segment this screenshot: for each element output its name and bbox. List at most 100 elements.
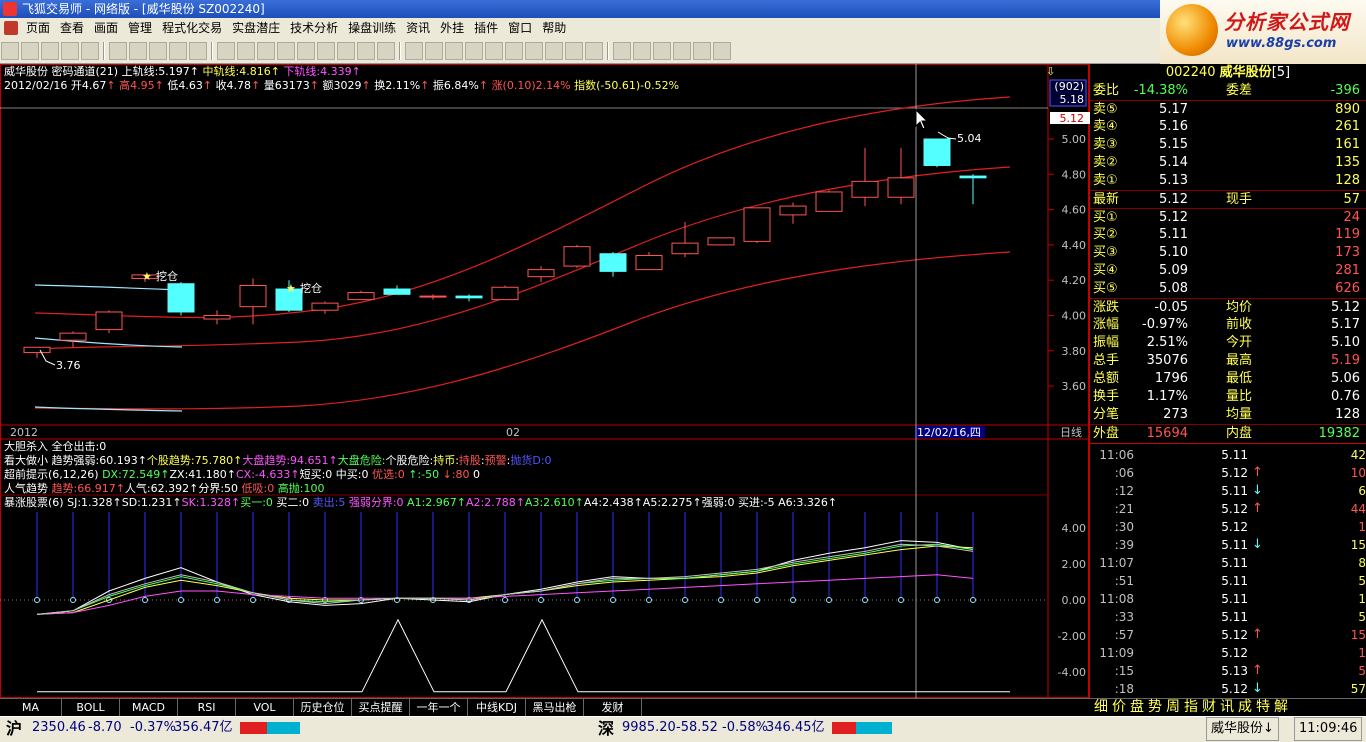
- tab-一年一个[interactable]: 一年一个: [410, 699, 468, 716]
- menu-item-12[interactable]: 帮助: [537, 18, 571, 38]
- toolbar-separator: [211, 42, 213, 60]
- quote-value: -14.38%: [1133, 83, 1188, 98]
- toolbar-权-icon[interactable]: [109, 42, 127, 60]
- menu-item-6[interactable]: 技术分析: [285, 18, 343, 38]
- toolbar-stop-icon[interactable]: [237, 42, 255, 60]
- menu-item-8[interactable]: 资讯: [401, 18, 435, 38]
- signal-text: SJ:1.328↑: [63, 496, 122, 509]
- toolbar-glasses-icon[interactable]: [149, 42, 167, 60]
- quote-label: 前收: [1226, 317, 1253, 332]
- toolbar-ruler-icon[interactable]: [405, 42, 423, 60]
- tick-price: 5.11: [1221, 448, 1248, 462]
- tab-历史仓位[interactable]: 历史仓位: [294, 699, 352, 716]
- signal-text: A4:2.438↑: [583, 496, 643, 509]
- toolbar-grid-icon[interactable]: [337, 42, 355, 60]
- toolbar-erase-icon[interactable]: [653, 42, 671, 60]
- indicator-dot: [862, 597, 868, 603]
- toolbar-channel-icon[interactable]: [545, 42, 563, 60]
- menu-item-1[interactable]: 查看: [55, 18, 89, 38]
- toolbar-pause-icon[interactable]: [317, 42, 335, 60]
- menu-item-2[interactable]: 画面: [89, 18, 123, 38]
- tab-黑马出枪[interactable]: 黑马出枪: [526, 699, 584, 716]
- candle-body: [563, 246, 591, 267]
- toolbar-box-icon[interactable]: [189, 42, 207, 60]
- menu-item-7[interactable]: 操盘训练: [343, 18, 401, 38]
- right-panel-tabs[interactable]: 细价盘势周指财讯成特解: [1090, 698, 1366, 716]
- menu-item-0[interactable]: 页面: [21, 18, 55, 38]
- menu-item-9[interactable]: 外挂: [435, 18, 469, 38]
- sh-breadth-bar: [240, 722, 300, 734]
- toolbar-line-icon[interactable]: [445, 42, 463, 60]
- toolbar-hline-icon[interactable]: [465, 42, 483, 60]
- toolbar-tools-icon[interactable]: [217, 42, 235, 60]
- menu-item-11[interactable]: 窗口: [503, 18, 537, 38]
- tick-time: :06: [1114, 466, 1134, 480]
- toolbar-compare-icon[interactable]: [129, 42, 147, 60]
- signal-text: 优选:0: [368, 468, 405, 481]
- toolbar-delete-icon[interactable]: [673, 42, 691, 60]
- toolbar-colors-icon[interactable]: [693, 42, 711, 60]
- toolbar-minus-icon[interactable]: [81, 42, 99, 60]
- toolbar-pointer-icon[interactable]: [425, 42, 443, 60]
- tick-volume: 57: [1350, 682, 1366, 696]
- toolbar-circle-icon[interactable]: [585, 42, 603, 60]
- bar-high: 高4.95: [119, 79, 155, 92]
- menu-item-3[interactable]: 管理: [123, 18, 157, 38]
- toolbar-save-icon[interactable]: [713, 42, 731, 60]
- toolbar-magnifier-icon[interactable]: [277, 42, 295, 60]
- bar-amplitude: 振6.84%: [432, 79, 479, 92]
- tab-买点提醒[interactable]: 买点提醒: [352, 699, 410, 716]
- current-stock[interactable]: 威华股份↓: [1206, 717, 1279, 741]
- price-axis-label: 4.20: [1062, 274, 1087, 287]
- tick-time: :57: [1114, 628, 1134, 642]
- indicator-dot: [574, 597, 580, 603]
- toolbar-chart-icon[interactable]: [169, 42, 187, 60]
- toolbar-zoom-out-icon[interactable]: [297, 42, 315, 60]
- sh-index[interactable]: 2350.46: [32, 717, 86, 739]
- toolbar-vline-icon[interactable]: [485, 42, 503, 60]
- tick-price: 5.12: [1221, 628, 1248, 642]
- toolbar-rect-icon[interactable]: [565, 42, 583, 60]
- tab-ma[interactable]: MA: [0, 699, 62, 716]
- sh-label: 沪: [6, 719, 23, 738]
- tab-发财[interactable]: 发财: [584, 699, 642, 716]
- quote-value: 5.12: [1331, 300, 1360, 315]
- menu-item-5[interactable]: 实盘潜庄: [227, 18, 285, 38]
- site-logo[interactable]: 分析家公式网 www.88gs.com: [1160, 0, 1366, 64]
- candle-body: [959, 175, 987, 179]
- toolbar-back-icon[interactable]: [21, 42, 39, 60]
- quote-value: 5.12: [1159, 192, 1188, 207]
- tick-row: :15 5.13 ↑ 5: [1090, 662, 1366, 680]
- tab-中线kdj[interactable]: 中线KDJ: [468, 699, 526, 716]
- sh-percent: -0.37%: [130, 720, 176, 735]
- chart-panel[interactable]: 5.00 4.80 4.60 4.40 4.20 4.00 3.80 3.60 5.12 (902…: [0, 64, 1090, 698]
- toolbar-table-icon[interactable]: [357, 42, 375, 60]
- toolbar-home-icon[interactable]: [1, 42, 19, 60]
- sz-index[interactable]: 9985.20: [622, 717, 676, 739]
- tab-boll[interactable]: BOLL: [62, 699, 120, 716]
- tick-row: :18 5.12 ↓ 57: [1090, 680, 1366, 698]
- toolbar-text-icon[interactable]: [613, 42, 631, 60]
- tab-vol[interactable]: VOL: [236, 699, 294, 716]
- toolbar: [0, 38, 1160, 64]
- menu-item-4[interactable]: 程式化交易: [157, 18, 227, 38]
- tab-macd[interactable]: MACD: [120, 699, 178, 716]
- toolbar-copy-icon[interactable]: [633, 42, 651, 60]
- tick-volume: 5: [1358, 574, 1366, 588]
- toolbar-pie-icon[interactable]: [257, 42, 275, 60]
- candle-body: [383, 288, 411, 295]
- kline-chart[interactable]: 5.00 4.80 4.60 4.40 4.20 4.00 3.80 3.60 5.12 (902…: [0, 64, 1090, 698]
- menu-item-10[interactable]: 插件: [469, 18, 503, 38]
- tick-arrow-icon: ↓: [1252, 681, 1263, 696]
- tab-rsi[interactable]: RSI: [178, 699, 236, 716]
- indicator-dot: [826, 597, 832, 603]
- toolbar-parallel-icon[interactable]: [505, 42, 523, 60]
- toolbar-fan-icon[interactable]: [525, 42, 543, 60]
- signal-text: 预警: [484, 454, 507, 467]
- toolbar-cross-icon[interactable]: [61, 42, 79, 60]
- toolbar-rsi-button-icon[interactable]: [41, 42, 59, 60]
- candle-body: [779, 205, 807, 216]
- menu-app-icon[interactable]: [4, 21, 18, 35]
- toolbar-doc-icon[interactable]: [377, 42, 395, 60]
- indicator-axis-label: 4.00: [1062, 522, 1087, 535]
